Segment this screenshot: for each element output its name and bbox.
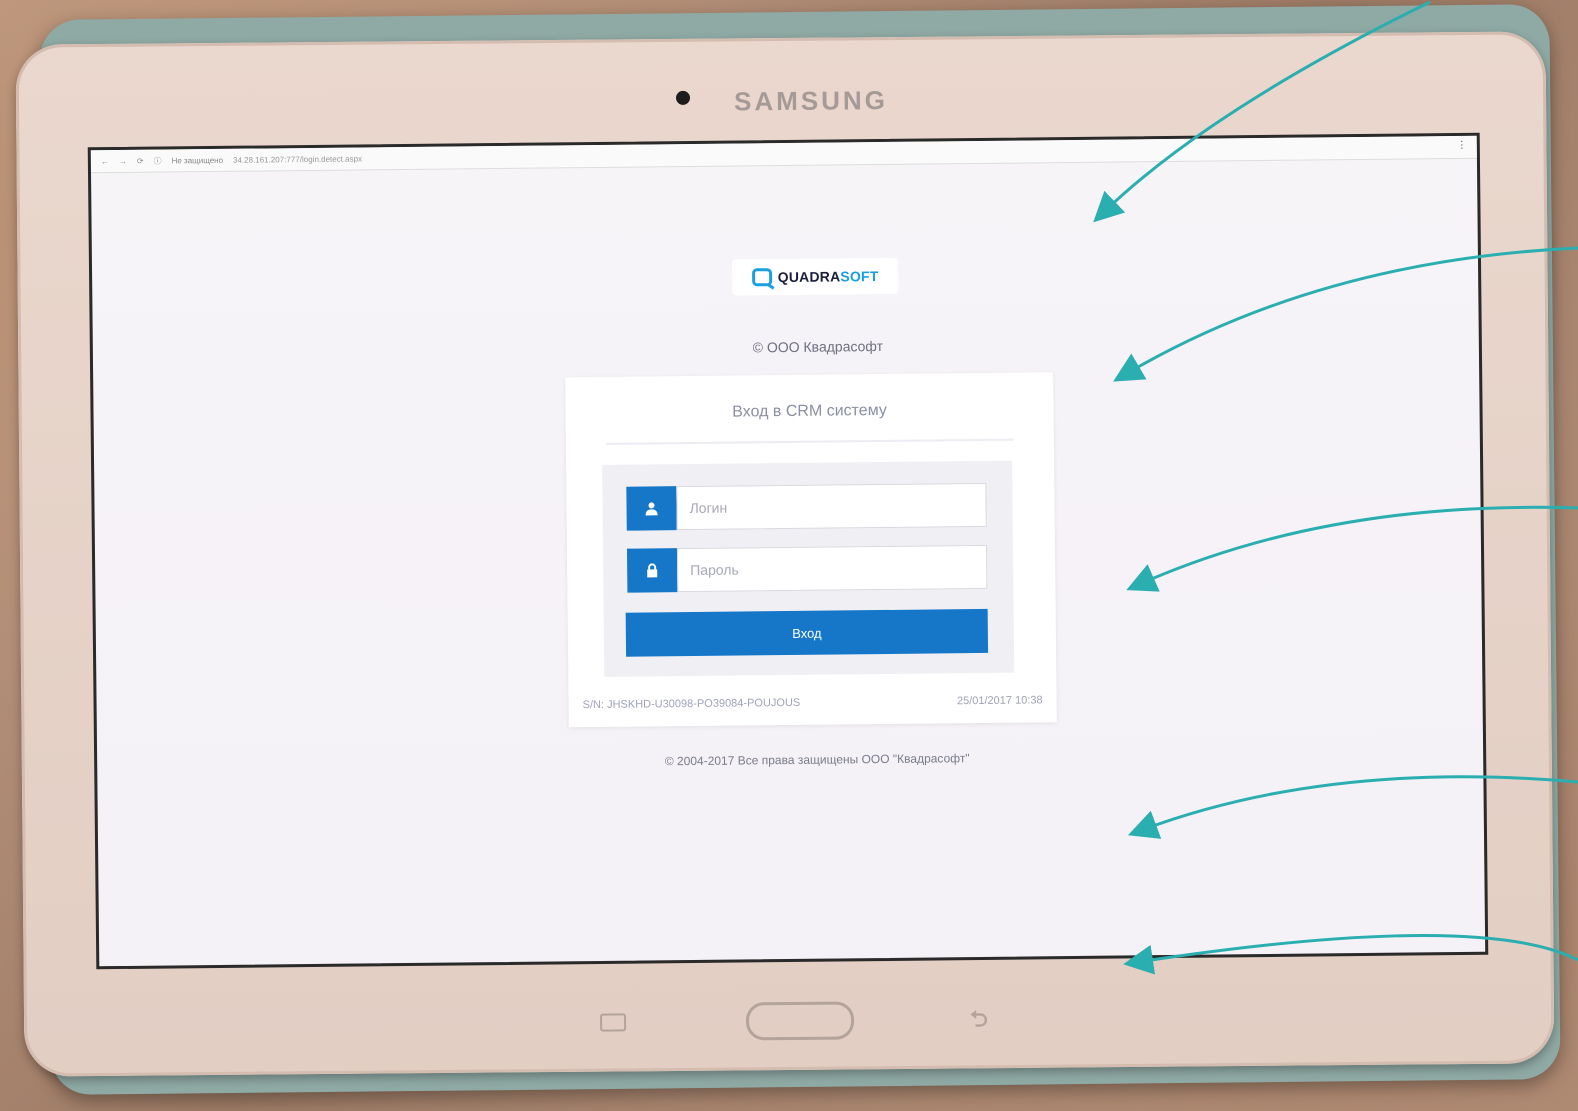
info-icon[interactable]: ⓘ — [154, 155, 162, 166]
serial-number: S/N: JHSKHD-U30098-PO39084-POUJOUS — [582, 696, 801, 712]
title-divider — [605, 438, 1014, 445]
forward-arrow-icon[interactable]: → — [119, 156, 127, 165]
logo-text-part1: QUADRA — [777, 268, 841, 286]
back-button[interactable]: ⮌ — [970, 1002, 988, 1040]
login-input[interactable] — [676, 482, 987, 531]
browser-menu-icon[interactable]: ⋮ — [1457, 140, 1467, 151]
quadrasoft-logo-icon — [751, 268, 772, 287]
password-field-group — [626, 544, 988, 593]
login-title: Вход в CRM систему — [732, 401, 887, 421]
front-camera — [675, 90, 691, 105]
reload-icon[interactable]: ⟳ — [137, 156, 144, 165]
url-text[interactable]: 34.28.161.207:777/login.detect.aspx — [233, 154, 362, 164]
back-arrow-icon[interactable]: ← — [101, 157, 109, 166]
build-timestamp: 25/01/2017 10:38 — [956, 694, 1043, 708]
tablet-screen: ← → ⟳ ⓘ Не защищено 34.28.161.207:777/lo… — [87, 132, 1489, 970]
lock-icon — [626, 548, 678, 593]
device-brand: SAMSUNG — [733, 85, 889, 117]
recent-apps-button[interactable] — [600, 1013, 627, 1032]
company-name: © ООО Квадрасофт — [752, 337, 884, 356]
quadrasoft-logo: QUADRASOFT — [731, 257, 899, 296]
security-label: Не защищено — [171, 155, 224, 165]
home-button[interactable] — [745, 1001, 855, 1041]
logo-text: QUADRASOFT — [778, 268, 879, 285]
login-form: Вход — [602, 460, 1015, 677]
copyright-footer: © 2004-2017 Все права защищены ООО "Квад… — [664, 751, 970, 769]
logo-text-part2: SOFT — [840, 268, 879, 285]
login-field-group — [626, 482, 987, 531]
password-input[interactable] — [676, 544, 988, 593]
login-button[interactable]: Вход — [625, 608, 989, 657]
login-card: Вход в CRM систему Вход S/N: JHSKHD-U300… — [565, 372, 1057, 728]
user-icon — [626, 486, 677, 531]
